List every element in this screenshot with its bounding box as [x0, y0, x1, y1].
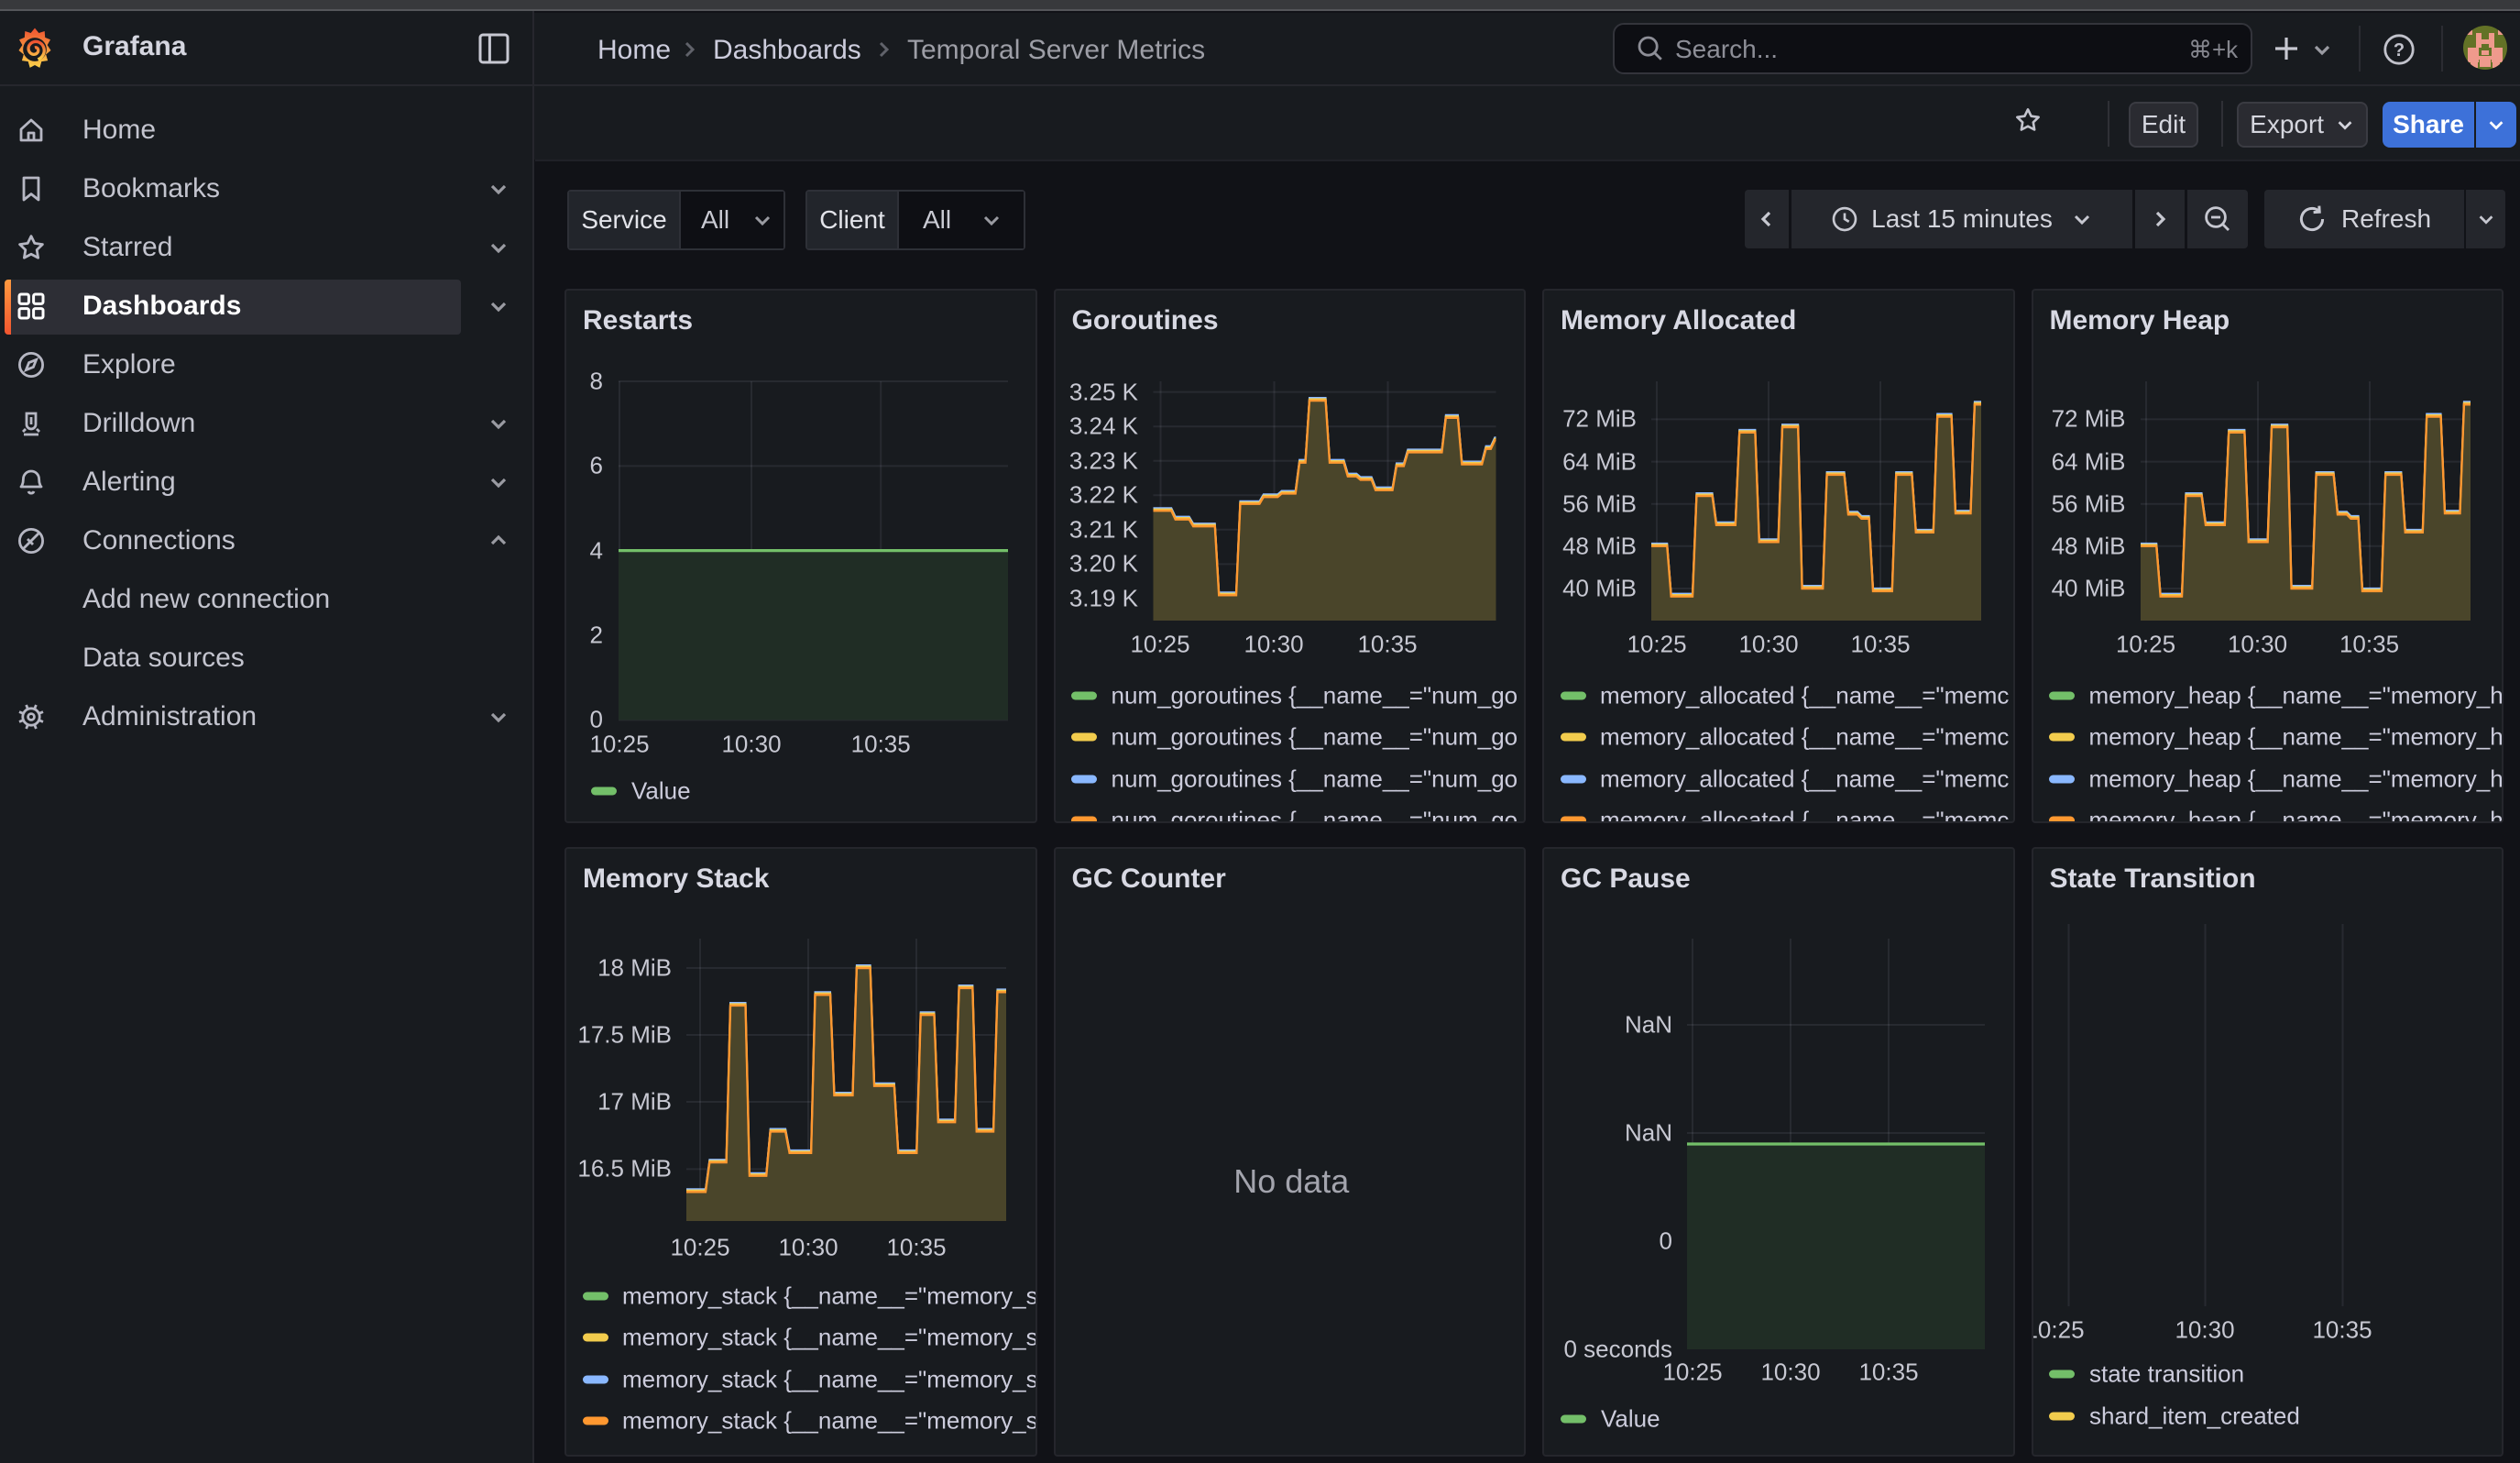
svg-text:?: ? — [2394, 40, 2405, 60]
